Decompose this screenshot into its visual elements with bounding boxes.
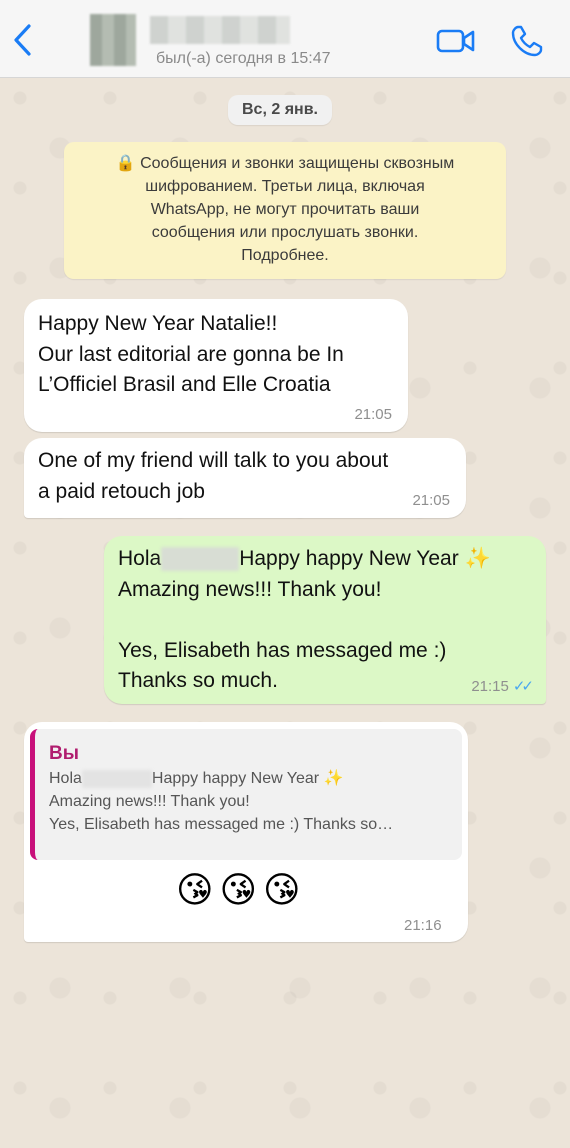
- message-text: Thanks so much.: [118, 669, 278, 692]
- phone-icon[interactable]: [510, 24, 544, 63]
- quote-text: Hola Happy happy New Year ✨: [49, 767, 448, 790]
- video-camera-icon[interactable]: [436, 26, 476, 61]
- quote-text-part: Happy happy New Year ✨: [151, 770, 344, 787]
- encryption-notice-line: 🔒 Сообщения и звонки защищены сквозным: [115, 155, 455, 172]
- learn-more-link[interactable]: Подробнее.: [78, 244, 492, 267]
- avatar[interactable]: [90, 14, 136, 66]
- emoji-message: 😘😘😘: [176, 869, 307, 910]
- double-check-icon: ✓✓: [512, 678, 534, 695]
- message-text: L’Officiel Brasil and Elle Croatia: [38, 373, 331, 396]
- message-outgoing[interactable]: Hola Happy happy New Year ✨ Amazing news!…: [104, 536, 546, 704]
- message-time: 21:16: [404, 917, 442, 934]
- encryption-notice-line: сообщения или прослушать звонки.: [151, 224, 419, 241]
- message-text-part: Hola: [118, 547, 162, 570]
- message-time: 21:05: [354, 406, 392, 423]
- encryption-notice-line: WhatsApp, не могут прочитать ваши: [150, 201, 420, 218]
- quote-text-part: Hola: [49, 770, 82, 787]
- message-time: 21:05: [412, 492, 450, 509]
- message-text: Happy New Year Natalie!!: [38, 312, 278, 335]
- chat-header: был(-а) сегодня в 15:47: [0, 0, 570, 78]
- contact-name-redacted[interactable]: [150, 16, 290, 44]
- message-text: Hola Happy happy New Year ✨: [118, 544, 532, 575]
- encryption-notice[interactable]: 🔒 Сообщения и звонки защищены сквозным ш…: [64, 142, 506, 279]
- message-incoming[interactable]: Happy New Year Natalie!! Our last editor…: [24, 299, 408, 432]
- message-incoming[interactable]: One of my friend will talk to you about …: [24, 438, 466, 518]
- message-time-text: 21:15: [471, 678, 509, 695]
- date-separator: Вс, 2 янв.: [228, 95, 332, 125]
- chevron-left-icon[interactable]: [8, 22, 38, 68]
- message-text: Yes, Elisabeth has messaged me :): [118, 638, 447, 662]
- message-text: One of my friend will talk to you about: [38, 449, 389, 472]
- back-chevron-svg: [14, 24, 31, 56]
- message-text: [118, 605, 532, 636]
- encryption-notice-line: шифрованием. Третьи лица, включая: [145, 178, 425, 195]
- last-seen-status: был(-а) сегодня в 15:47: [156, 50, 331, 67]
- message-text-part: Happy happy New Year ✨: [239, 547, 491, 570]
- message-text: a paid retouch job: [38, 479, 205, 503]
- message-time: 21:15 ✓✓: [471, 678, 534, 696]
- message-text: Amazing news!!! Thank you!: [118, 577, 382, 601]
- redacted-name: [81, 769, 152, 788]
- message-text: Our last editorial are gonna be In: [38, 342, 344, 366]
- quote-text: Yes, Elisabeth has messaged me :) Thanks…: [49, 816, 394, 833]
- quote-author: Вы: [49, 743, 79, 764]
- quote-text: Amazing news!!! Thank you!: [49, 793, 250, 810]
- quoted-message[interactable]: Вы Hola Happy happy New Year ✨ Amazing ne…: [30, 729, 462, 860]
- redacted-name: [161, 547, 240, 572]
